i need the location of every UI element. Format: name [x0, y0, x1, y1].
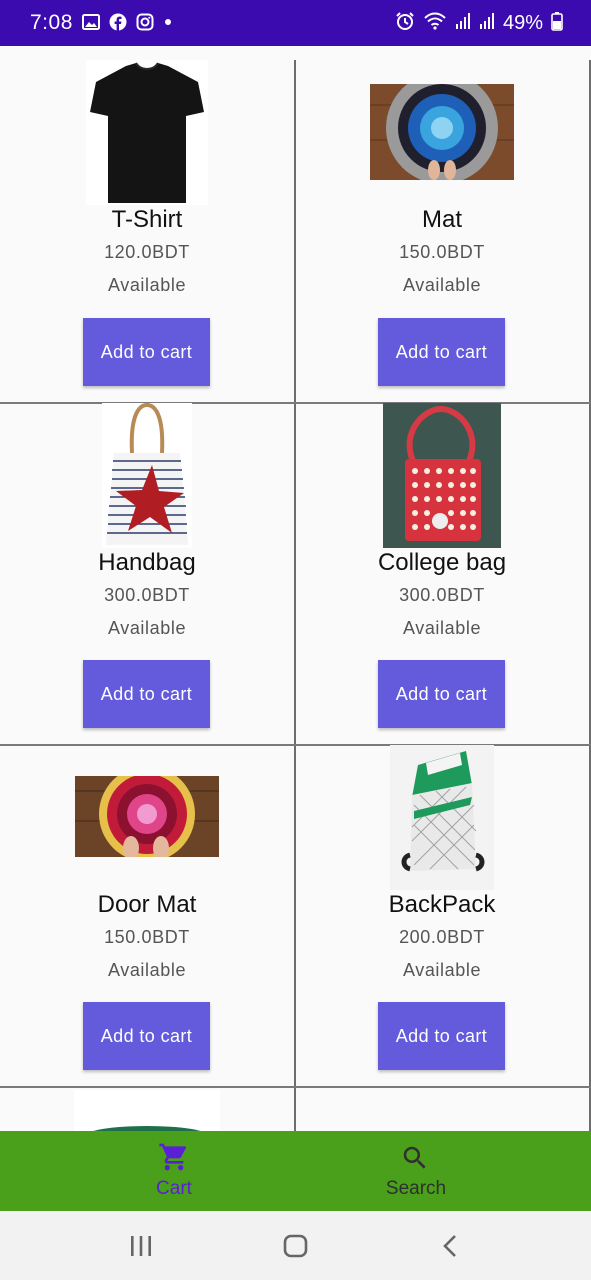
product-availability: Available	[107, 960, 187, 980]
cart-icon	[158, 1141, 190, 1178]
product-name: Door Mat	[97, 891, 197, 918]
product-availability: Available	[107, 618, 187, 638]
status-time: 7:08	[30, 11, 73, 34]
product-card: BackPack 200.0BDT Available Add to cart	[295, 730, 589, 1072]
product-image	[383, 403, 501, 548]
product-card: Mat 150.0BDT Available Add to cart	[295, 46, 589, 388]
product-card: Door Mat 150.0BDT Available Add to cart	[0, 730, 294, 1072]
signal-icon	[479, 12, 495, 35]
add-to-cart-button[interactable]: Add to cart	[378, 318, 505, 386]
product-price: 300.0BDT	[104, 585, 190, 605]
product-grid[interactable]: T-Shirt 120.0BDT Available Add to cart M…	[0, 46, 591, 1131]
bottom-navigation: Cart Search	[0, 1131, 591, 1211]
product-image	[390, 745, 494, 890]
gallery-icon	[82, 13, 100, 36]
add-to-cart-button[interactable]: Add to cart	[83, 1002, 210, 1070]
product-name: College bag	[377, 549, 507, 576]
product-availability: Available	[402, 275, 482, 295]
alarm-icon	[395, 11, 415, 36]
product-price: 150.0BDT	[104, 927, 190, 947]
nav-cart[interactable]: Cart	[74, 1131, 274, 1211]
nav-search-label: Search	[385, 1178, 447, 1199]
nav-cart-label: Cart	[156, 1178, 192, 1199]
battery-percent: 49%	[502, 12, 543, 34]
product-price: 120.0BDT	[104, 242, 190, 262]
signal-icon	[455, 12, 471, 35]
status-bar: 7:08 49%	[0, 0, 591, 46]
add-to-cart-button[interactable]: Add to cart	[83, 318, 210, 386]
battery-icon	[551, 11, 563, 36]
back-icon[interactable]	[440, 1234, 460, 1263]
product-image	[102, 402, 192, 548]
search-icon	[400, 1143, 430, 1178]
product-image	[86, 60, 208, 205]
nav-search[interactable]: Search	[316, 1131, 516, 1211]
product-name: Handbag	[98, 549, 196, 576]
row-divider	[0, 1086, 591, 1088]
home-icon[interactable]	[283, 1234, 309, 1263]
product-card: College bag 300.0BDT Available Add to ca…	[295, 388, 589, 730]
system-navigation-bar	[0, 1211, 591, 1280]
product-name: BackPack	[388, 891, 496, 918]
product-availability: Available	[402, 960, 482, 980]
product-image	[74, 1090, 220, 1131]
product-card: Handbag 300.0BDT Available Add to cart	[0, 388, 294, 730]
product-image	[370, 84, 514, 180]
dot-icon	[163, 13, 173, 36]
recent-apps-icon[interactable]	[128, 1235, 154, 1262]
instagram-icon	[136, 13, 154, 36]
product-price: 300.0BDT	[399, 585, 485, 605]
product-name: Mat	[421, 206, 462, 233]
column-divider	[589, 60, 591, 1131]
add-to-cart-button[interactable]: Add to cart	[378, 660, 505, 728]
facebook-icon	[109, 13, 127, 36]
product-price: 150.0BDT	[399, 242, 485, 262]
product-availability: Available	[107, 275, 187, 295]
product-name: T-Shirt	[111, 206, 183, 233]
product-image	[75, 776, 219, 857]
product-availability: Available	[402, 618, 482, 638]
add-to-cart-button[interactable]: Add to cart	[378, 1002, 505, 1070]
product-card: T-Shirt 120.0BDT Available Add to cart	[0, 46, 294, 388]
wifi-icon	[423, 11, 447, 36]
add-to-cart-button[interactable]: Add to cart	[83, 660, 210, 728]
product-price: 200.0BDT	[399, 927, 485, 947]
